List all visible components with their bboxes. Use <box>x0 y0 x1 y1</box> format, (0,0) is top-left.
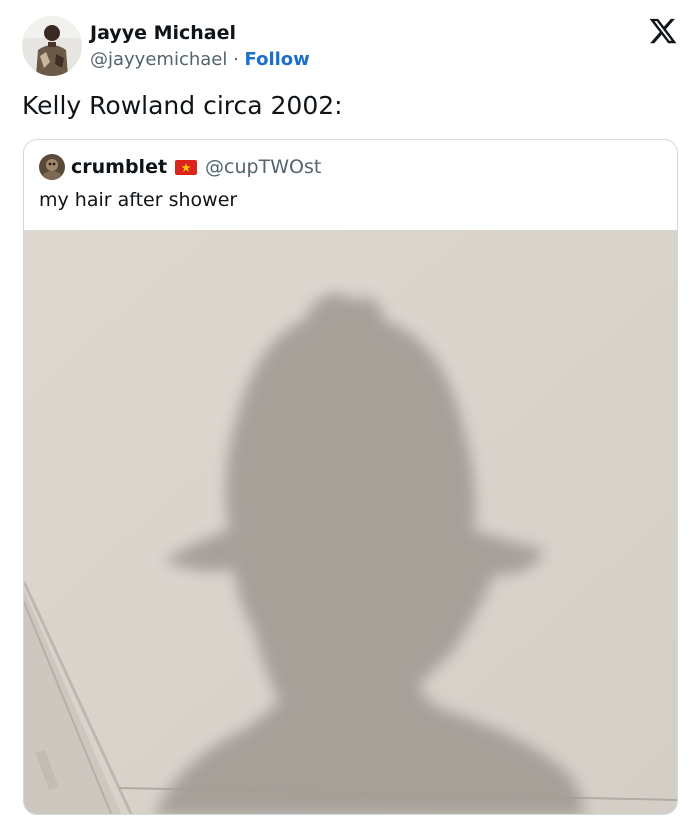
tweet-card: Jayye Michael @jayyemichael · Follow Kel… <box>0 0 700 822</box>
quoted-avatar[interactable] <box>39 154 65 180</box>
vietnam-flag-icon <box>175 159 198 175</box>
author-display-name[interactable]: Jayye Michael <box>90 21 310 45</box>
quoted-photo[interactable] <box>24 230 677 814</box>
author-info: Jayye Michael @jayyemichael · Follow <box>90 21 310 72</box>
quoted-header: crumblet @cupTWOst <box>39 154 321 180</box>
quoted-text: my hair after shower <box>39 189 238 211</box>
author-handle[interactable]: @jayyemichael <box>90 49 227 70</box>
x-logo-icon[interactable] <box>648 16 678 46</box>
handle-separator: · <box>227 48 245 70</box>
author-avatar[interactable] <box>22 16 82 76</box>
tweet-text: Kelly Rowland circa 2002: <box>22 91 343 120</box>
quoted-handle[interactable]: @cupTWOst <box>205 156 321 178</box>
author-handle-line: @jayyemichael · Follow <box>90 48 310 72</box>
quoted-display-name[interactable]: crumblet <box>71 156 167 178</box>
follow-button[interactable]: Follow <box>245 49 310 70</box>
tweet-header: Jayye Michael @jayyemichael · Follow <box>22 16 310 76</box>
quoted-tweet[interactable]: crumblet @cupTWOst my hair after shower <box>23 139 678 815</box>
